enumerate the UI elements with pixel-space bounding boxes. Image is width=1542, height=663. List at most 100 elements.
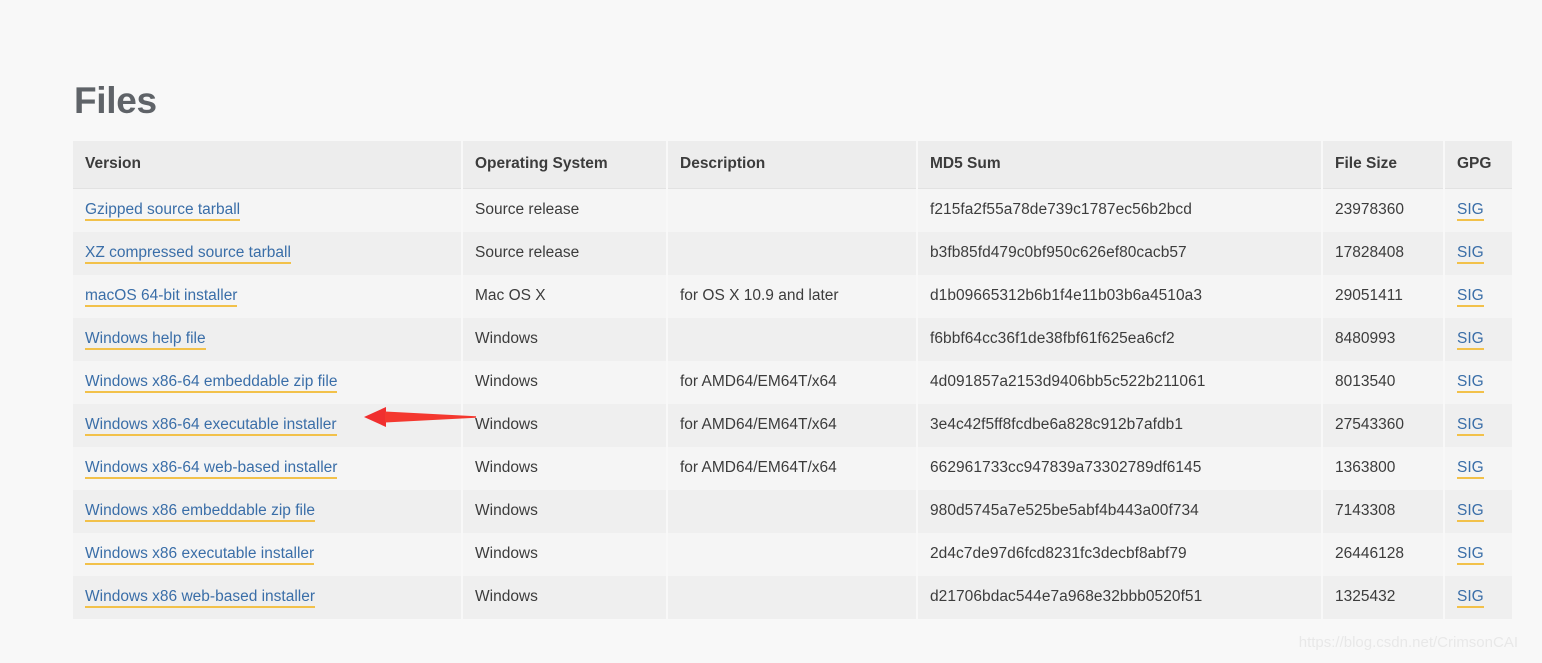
cell-file-size: 27543360 [1322, 404, 1445, 447]
table-row: Windows x86 executable installer Windows … [73, 533, 1512, 576]
cell-file-size: 7143308 [1322, 490, 1445, 533]
cell-operating-system: Windows [462, 447, 668, 490]
cell-version: Windows x86 embeddable zip file [73, 490, 463, 533]
table-row: Windows x86 web-based installer Windows d… [73, 576, 1512, 619]
cell-md5-sum: 2d4c7de97d6fcd8231fc3decbf8abf79 [917, 533, 1323, 576]
cell-file-size: 17828408 [1322, 232, 1445, 275]
cell-md5-sum: 4d091857a2153d9406bb5c522b211061 [917, 361, 1323, 404]
file-download-link[interactable]: Windows x86-64 web-based installer [85, 459, 338, 479]
gpg-sig-link[interactable]: SIG [1457, 373, 1484, 393]
cell-file-size: 8480993 [1322, 318, 1445, 361]
cell-operating-system: Source release [462, 188, 668, 232]
gpg-sig-link[interactable]: SIG [1457, 330, 1484, 350]
gpg-sig-link[interactable]: SIG [1457, 545, 1484, 565]
cell-version: Windows x86-64 web-based installer [73, 447, 463, 490]
cell-gpg: SIG [1444, 576, 1512, 619]
gpg-sig-link[interactable]: SIG [1457, 287, 1484, 307]
cell-gpg: SIG [1444, 533, 1512, 576]
cell-md5-sum: 662961733cc947839a73302789df6145 [917, 447, 1323, 490]
cell-description [667, 533, 918, 576]
column-header-filesize: File Size [1322, 141, 1445, 189]
cell-file-size: 1325432 [1322, 576, 1445, 619]
gpg-sig-link[interactable]: SIG [1457, 502, 1484, 522]
cell-gpg: SIG [1444, 447, 1512, 490]
table-row: Windows x86-64 executable installer Windo… [73, 404, 1512, 447]
file-download-link[interactable]: Windows x86-64 embeddable zip file [85, 373, 338, 393]
table-row: Windows x86-64 web-based installer Window… [73, 447, 1512, 490]
cell-md5-sum: d1b09665312b6b1f4e11b03b6a4510a3 [917, 275, 1323, 318]
cell-gpg: SIG [1444, 275, 1512, 318]
files-page: Files Version Operating System Descripti… [0, 0, 1542, 663]
cell-version: Windows x86 web-based installer [73, 576, 463, 619]
file-download-link[interactable]: Gzipped source tarball [85, 201, 241, 221]
cell-operating-system: Mac OS X [462, 275, 668, 318]
cell-operating-system: Source release [462, 232, 668, 275]
gpg-sig-link[interactable]: SIG [1457, 201, 1484, 221]
cell-description: for AMD64/EM64T/x64 [667, 447, 918, 490]
cell-gpg: SIG [1444, 318, 1512, 361]
cell-file-size: 26446128 [1322, 533, 1445, 576]
cell-operating-system: Windows [462, 361, 668, 404]
cell-version: XZ compressed source tarball [73, 232, 463, 275]
gpg-sig-link[interactable]: SIG [1457, 244, 1484, 264]
cell-file-size: 1363800 [1322, 447, 1445, 490]
cell-operating-system: Windows [462, 404, 668, 447]
column-header-gpg: GPG [1444, 141, 1512, 189]
file-download-link[interactable]: XZ compressed source tarball [85, 244, 291, 264]
cell-operating-system: Windows [462, 576, 668, 619]
table-row: Gzipped source tarball Source release f21… [73, 188, 1512, 232]
gpg-sig-link[interactable]: SIG [1457, 588, 1484, 608]
cell-description: for OS X 10.9 and later [667, 275, 918, 318]
cell-gpg: SIG [1444, 404, 1512, 447]
cell-version: Windows x86 executable installer [73, 533, 463, 576]
cell-gpg: SIG [1444, 232, 1512, 275]
cell-gpg: SIG [1444, 188, 1512, 232]
cell-description [667, 318, 918, 361]
file-download-link[interactable]: macOS 64-bit installer [85, 287, 238, 307]
table-header-row: Version Operating System Description MD5… [73, 141, 1512, 189]
files-table: Version Operating System Description MD5… [73, 141, 1512, 619]
column-header-description: Description [667, 141, 918, 189]
cell-version: Gzipped source tarball [73, 188, 463, 232]
table-row: Windows help file Windows f6bbf64cc36f1de… [73, 318, 1512, 361]
cell-md5-sum: d21706bdac544e7a968e32bbb0520f51 [917, 576, 1323, 619]
cell-md5-sum: 980d5745a7e525be5abf4b443a00f734 [917, 490, 1323, 533]
watermark-text: https://blog.csdn.net/CrimsonCAI [1298, 634, 1518, 651]
cell-file-size: 29051411 [1322, 275, 1445, 318]
cell-file-size: 8013540 [1322, 361, 1445, 404]
cell-gpg: SIG [1444, 361, 1512, 404]
file-download-link[interactable]: Windows x86 web-based installer [85, 588, 316, 608]
cell-operating-system: Windows [462, 318, 668, 361]
table-row: macOS 64-bit installer Mac OS Xfor OS X 1… [73, 275, 1512, 318]
cell-md5-sum: f215fa2f55a78de739c1787ec56b2bcd [917, 188, 1323, 232]
table-row: Windows x86 embeddable zip file Windows 9… [73, 490, 1512, 533]
column-header-os: Operating System [462, 141, 668, 189]
gpg-sig-link[interactable]: SIG [1457, 459, 1484, 479]
cell-description [667, 232, 918, 275]
file-download-link[interactable]: Windows help file [85, 330, 206, 350]
cell-version: Windows help file [73, 318, 463, 361]
file-download-link[interactable]: Windows x86 executable installer [85, 545, 315, 565]
files-table-container: Version Operating System Description MD5… [73, 141, 1512, 619]
files-table-head: Version Operating System Description MD5… [73, 141, 1512, 189]
cell-description [667, 188, 918, 232]
cell-version: Windows x86-64 executable installer [73, 404, 463, 447]
column-header-version: Version [73, 141, 463, 189]
cell-version: macOS 64-bit installer [73, 275, 463, 318]
cell-description [667, 490, 918, 533]
table-row: XZ compressed source tarball Source relea… [73, 232, 1512, 275]
gpg-sig-link[interactable]: SIG [1457, 416, 1484, 436]
cell-operating-system: Windows [462, 490, 668, 533]
cell-description [667, 576, 918, 619]
cell-description: for AMD64/EM64T/x64 [667, 404, 918, 447]
cell-description: for AMD64/EM64T/x64 [667, 361, 918, 404]
cell-md5-sum: 3e4c42f5ff8fcdbe6a828c912b7afdb1 [917, 404, 1323, 447]
table-row: Windows x86-64 embeddable zip file Window… [73, 361, 1512, 404]
cell-operating-system: Windows [462, 533, 668, 576]
cell-gpg: SIG [1444, 490, 1512, 533]
file-download-link[interactable]: Windows x86 embeddable zip file [85, 502, 316, 522]
cell-version: Windows x86-64 embeddable zip file [73, 361, 463, 404]
cell-md5-sum: b3fb85fd479c0bf950c626ef80cacb57 [917, 232, 1323, 275]
cell-md5-sum: f6bbf64cc36f1de38fbf61f625ea6cf2 [917, 318, 1323, 361]
file-download-link[interactable]: Windows x86-64 executable installer [85, 416, 337, 436]
